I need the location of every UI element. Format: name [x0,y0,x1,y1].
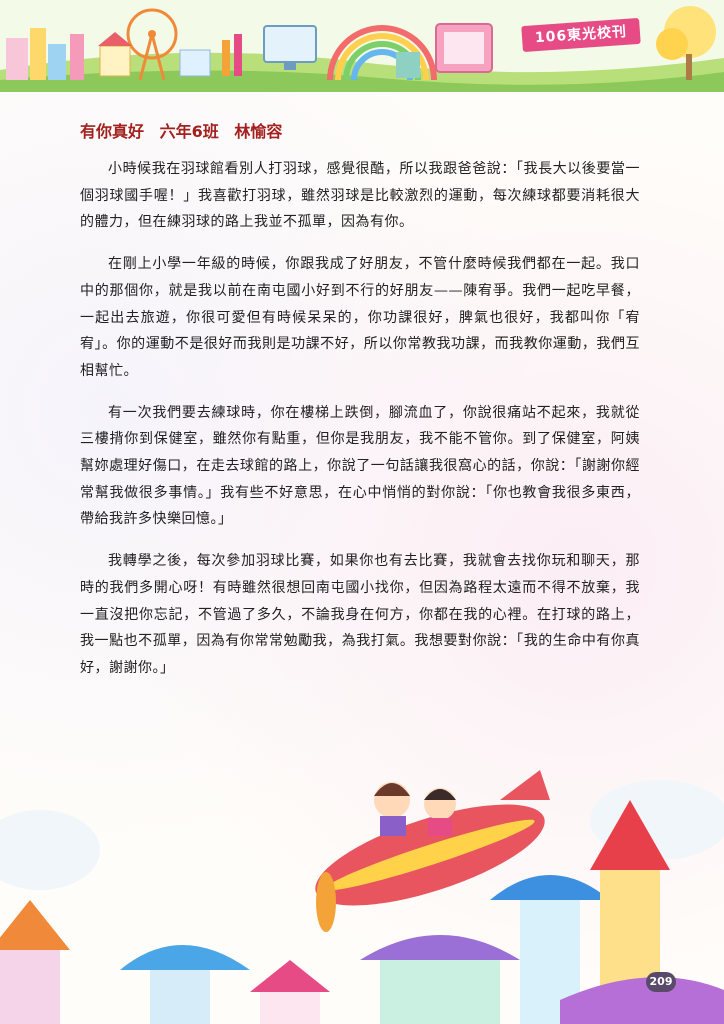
class-label: 六年6班 [159,122,219,141]
paragraph: 在剛上小學一年級的時候，你跟我成了好朋友，不管什麼時候我們都在一起。我口中的那個… [80,256,640,379]
article-title-line: 有你真好 六年6班 林愉容 [80,118,292,142]
page: 106東光校刊 有你真好 六年6班 林愉容 小時候我在羽球館看別人打羽球，感覺很… [0,0,724,1024]
article-title: 有你真好 [80,122,145,141]
author-name: 林愉容 [234,122,283,141]
paragraph: 有一次我們要去練球時，你在樓梯上跌倒，腳流血了，你說很痛站不起來，我就從三樓揹你… [80,404,640,528]
airplane-illustration [315,770,550,932]
paragraph: 小時候我在羽球館看別人打羽球，感覺很酷，所以我跟爸爸說：「我長大以後要當一個羽球… [80,161,640,231]
header-illustration [0,0,724,92]
page-number: 209 [646,972,676,992]
paragraph: 我轉學之後，每次參加羽球比賽，如果你也有去比賽，我就會去找你玩和聊天，那時的我們… [80,553,640,676]
footer-illustration [0,770,724,1024]
article-body: 小時候我在羽球館看別人打羽球，感覺很酷，所以我跟爸爸說：「我長大以後要當一個羽球… [80,156,640,697]
